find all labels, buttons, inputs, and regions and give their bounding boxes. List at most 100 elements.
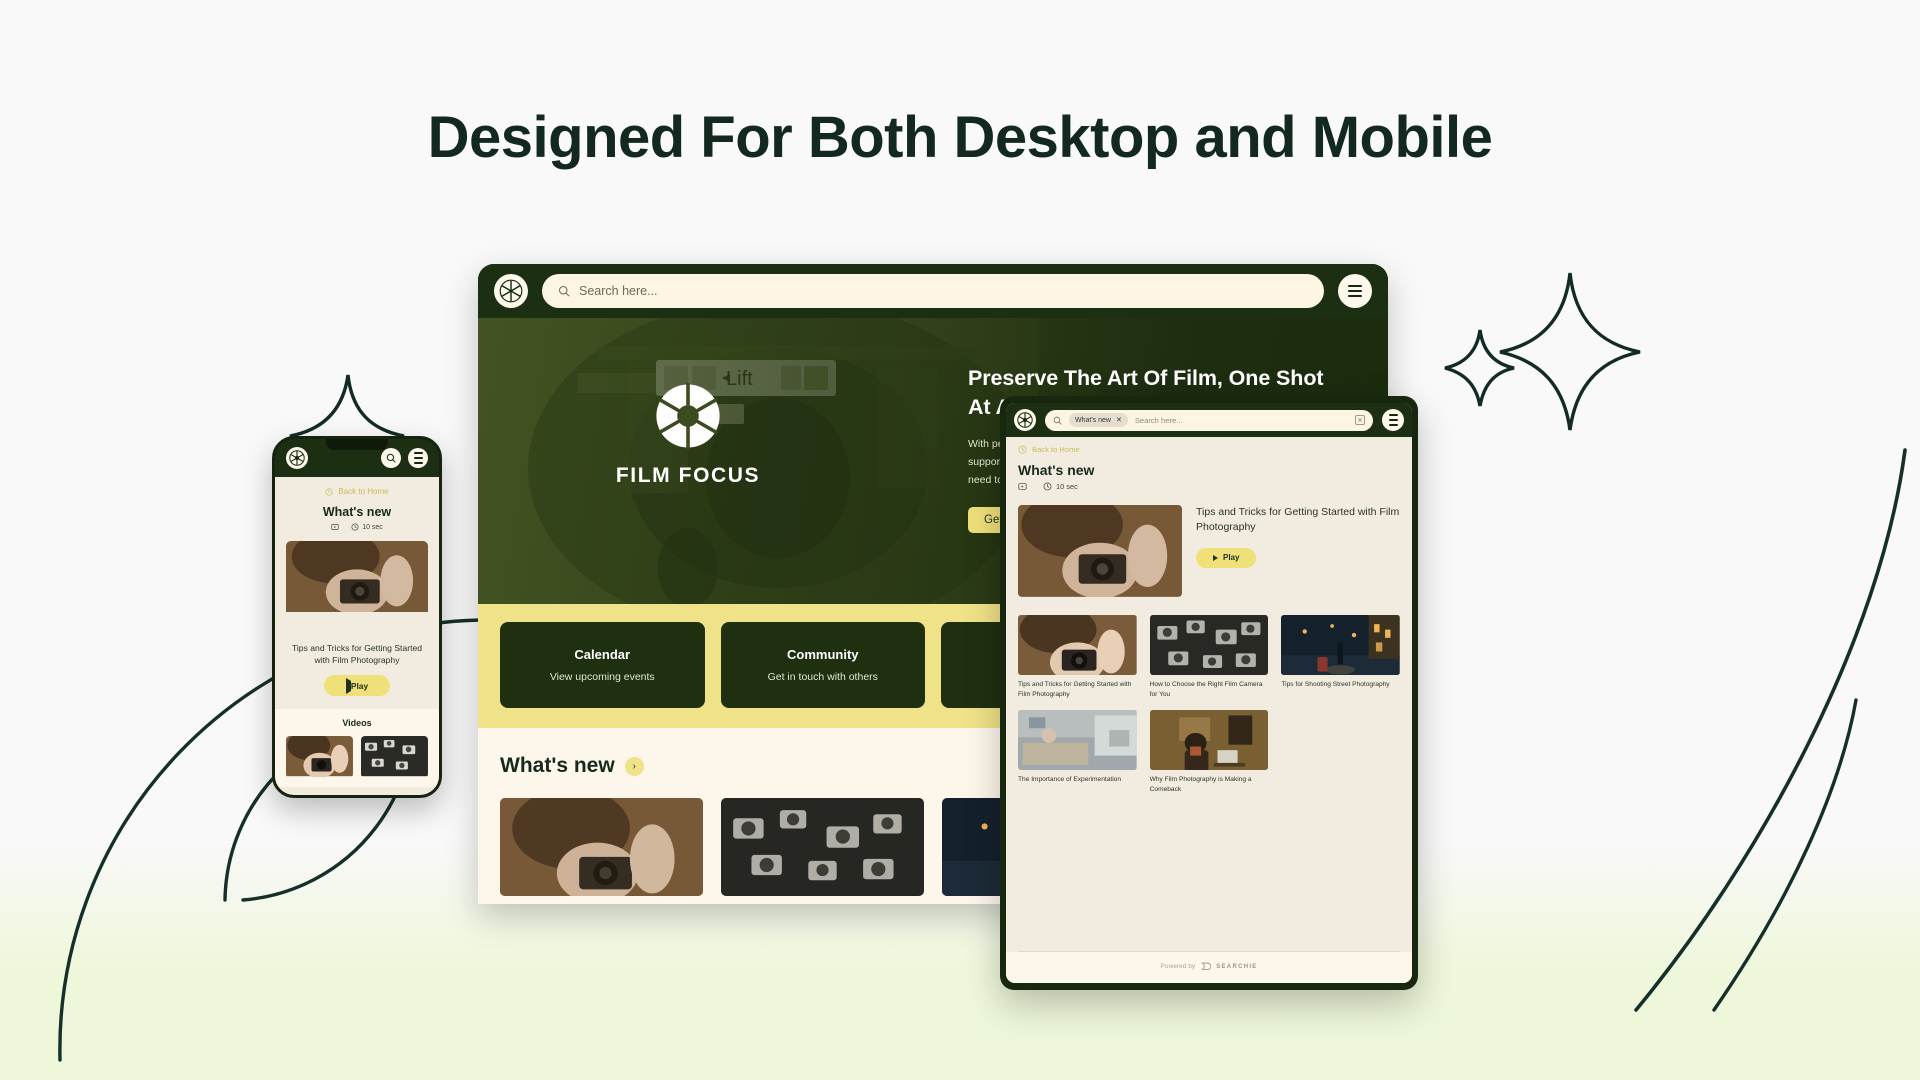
search-icon [558, 285, 570, 297]
tablet-card-image [1281, 615, 1400, 675]
phone-duration-text: 10 sec [362, 523, 383, 531]
phone-play-button[interactable]: Play [323, 675, 391, 697]
phone-back-label: Back to Home [338, 487, 389, 496]
phone-page-title: What's new [322, 505, 392, 519]
clock-icon [1018, 445, 1027, 454]
tablet-play-button[interactable]: Play [1196, 547, 1257, 568]
tablet-menu-button[interactable] [1382, 409, 1404, 431]
play-icon [1213, 554, 1218, 561]
playlist-icon [331, 524, 339, 530]
phone-menu-button[interactable] [408, 448, 428, 468]
thumbnail-card[interactable] [500, 798, 703, 896]
woman-holding-film-camera-icon [500, 798, 703, 896]
thumbnail-card[interactable] [721, 798, 924, 896]
tablet-page-title: What's new [1018, 462, 1095, 478]
desktop-search-input[interactable]: Search here... [542, 274, 1324, 308]
phone-video-thumb[interactable] [286, 736, 353, 778]
tablet-card-image [1149, 615, 1269, 675]
phone-back-to-home[interactable]: Back to Home [286, 487, 428, 496]
woman-holding-film-camera-icon [1018, 505, 1182, 597]
nav-card-subtitle: Get in touch with others [767, 671, 878, 683]
phone-duration-meta: 10 sec [351, 523, 383, 531]
phone-feature-caption: Tips and Tricks for Getting Started with… [291, 643, 423, 666]
clock-icon [1043, 482, 1052, 491]
tablet-card[interactable]: Tips for Shooting Street Photography [1281, 615, 1400, 699]
tablet-duration-meta: 10 sec [1043, 482, 1078, 491]
phone-meta: 10 sec [286, 523, 428, 531]
tablet-card-grid: Tips and Tricks for Getting Started with… [1018, 615, 1400, 794]
desktop-header: Search here... [478, 264, 1388, 318]
phone-feature-image[interactable] [286, 541, 428, 633]
tablet-mockup: What's new ✕ Search here... ✕ Back to Ho… [1000, 396, 1418, 990]
phone-search-button[interactable] [381, 448, 401, 468]
aperture-glyph [499, 279, 523, 303]
person-at-desk-laptop-icon [1149, 710, 1269, 771]
playlist-icon [1018, 483, 1027, 490]
phone-video-thumb[interactable] [361, 736, 428, 778]
tablet-search-input[interactable]: What's new ✕ Search here... ✕ [1045, 409, 1373, 431]
whats-new-title: What's new [500, 754, 615, 777]
woman-holding-film-camera-icon [286, 541, 428, 612]
nav-card-community[interactable]: Community Get in touch with others [720, 622, 925, 708]
phone-notch [326, 439, 388, 450]
tablet-feature-body: Tips and Tricks for Getting Started with… [1196, 505, 1400, 597]
tablet-footer: Powered by SEARCHIE [1006, 952, 1412, 983]
pile-of-cameras-bw-icon [1149, 615, 1269, 675]
tablet-feature: Tips and Tricks for Getting Started with… [1018, 505, 1400, 597]
tablet-card[interactable]: How to Choose the Right Film Camera for … [1149, 615, 1269, 699]
phone-videos-heading: Videos [342, 718, 372, 729]
aperture-logo-icon[interactable] [494, 274, 528, 308]
search-icon [386, 453, 396, 463]
tablet-header: What's new ✕ Search here... ✕ [1006, 403, 1412, 437]
tablet-card[interactable]: Tips and Tricks for Getting Started with… [1018, 615, 1137, 699]
phone-header-actions [381, 448, 428, 468]
nav-card-calendar[interactable]: Calendar View upcoming events [500, 622, 705, 708]
chip-close-icon[interactable]: ✕ [1116, 416, 1122, 424]
nav-card-subtitle: View upcoming events [549, 671, 655, 683]
tablet-back-to-home[interactable]: Back to Home [1018, 445, 1400, 454]
tablet-card[interactable]: The Importance of Experimentation [1018, 710, 1137, 794]
page-root: Designed For Both Desktop and Mobile Sea… [0, 0, 1920, 1080]
woman-holding-film-camera-icon [1018, 615, 1137, 675]
phone-video-grid [286, 736, 428, 778]
hero-brand: FILM FOCUS [598, 380, 778, 488]
page-title: Designed For Both Desktop and Mobile [427, 105, 1493, 170]
aperture-glyph [1017, 412, 1033, 428]
search-icon [1053, 416, 1062, 425]
tablet-meta: 10 sec [1018, 482, 1400, 491]
phone-videos-section: Videos [275, 709, 439, 788]
tablet-duration-text: 10 sec [1056, 482, 1078, 491]
cafe-window-reflection-icon [1018, 710, 1137, 771]
tablet-card-caption: The Importance of Experimentation [1018, 776, 1121, 784]
clear-search-icon[interactable]: ✕ [1355, 415, 1365, 425]
aperture-logo-icon[interactable] [1014, 409, 1036, 431]
pile-of-cameras-bw-icon [361, 736, 428, 777]
aperture-logo-icon[interactable] [286, 447, 308, 469]
tablet-feature-image[interactable] [1018, 505, 1182, 597]
nav-card-title: Calendar [574, 647, 631, 662]
tablet-feature-title: Tips and Tricks for Getting Started with… [1196, 506, 1400, 533]
tablet-card-image [1018, 710, 1137, 771]
searchie-brand-label: SEARCHIE [1216, 963, 1258, 970]
searchie-logo-icon [1201, 962, 1212, 971]
tablet-back-label: Back to Home [1032, 445, 1080, 454]
phone-mockup: Back to Home What's new 10 sec Tips and … [272, 436, 442, 798]
phone-playlist-meta [331, 523, 339, 531]
tablet-filter-chip[interactable]: What's new ✕ [1069, 413, 1128, 427]
nav-card-title: Community [787, 647, 859, 662]
aperture-logo-icon [656, 382, 720, 450]
phone-content: Back to Home What's new 10 sec Tips and … [275, 477, 439, 795]
tablet-card[interactable]: Why Film Photography is Making a Comebac… [1149, 710, 1269, 794]
woman-holding-film-camera-icon [286, 736, 353, 777]
aperture-glyph [289, 450, 305, 466]
tablet-content: Back to Home What's new 10 sec Tips and … [1006, 437, 1412, 951]
hamburger-icon [413, 452, 423, 464]
tablet-screen: What's new ✕ Search here... ✕ Back to Ho… [1006, 403, 1412, 983]
chevron-right-icon[interactable]: › [624, 756, 644, 776]
desktop-menu-button[interactable] [1338, 274, 1372, 308]
tablet-chip-label: What's new [1075, 416, 1111, 424]
tablet-card-image [1018, 615, 1137, 675]
tablet-playlist-meta [1018, 482, 1027, 491]
brand-name: FILM FOCUS [615, 464, 761, 487]
tablet-search-placeholder: Search here... [1134, 415, 1183, 425]
